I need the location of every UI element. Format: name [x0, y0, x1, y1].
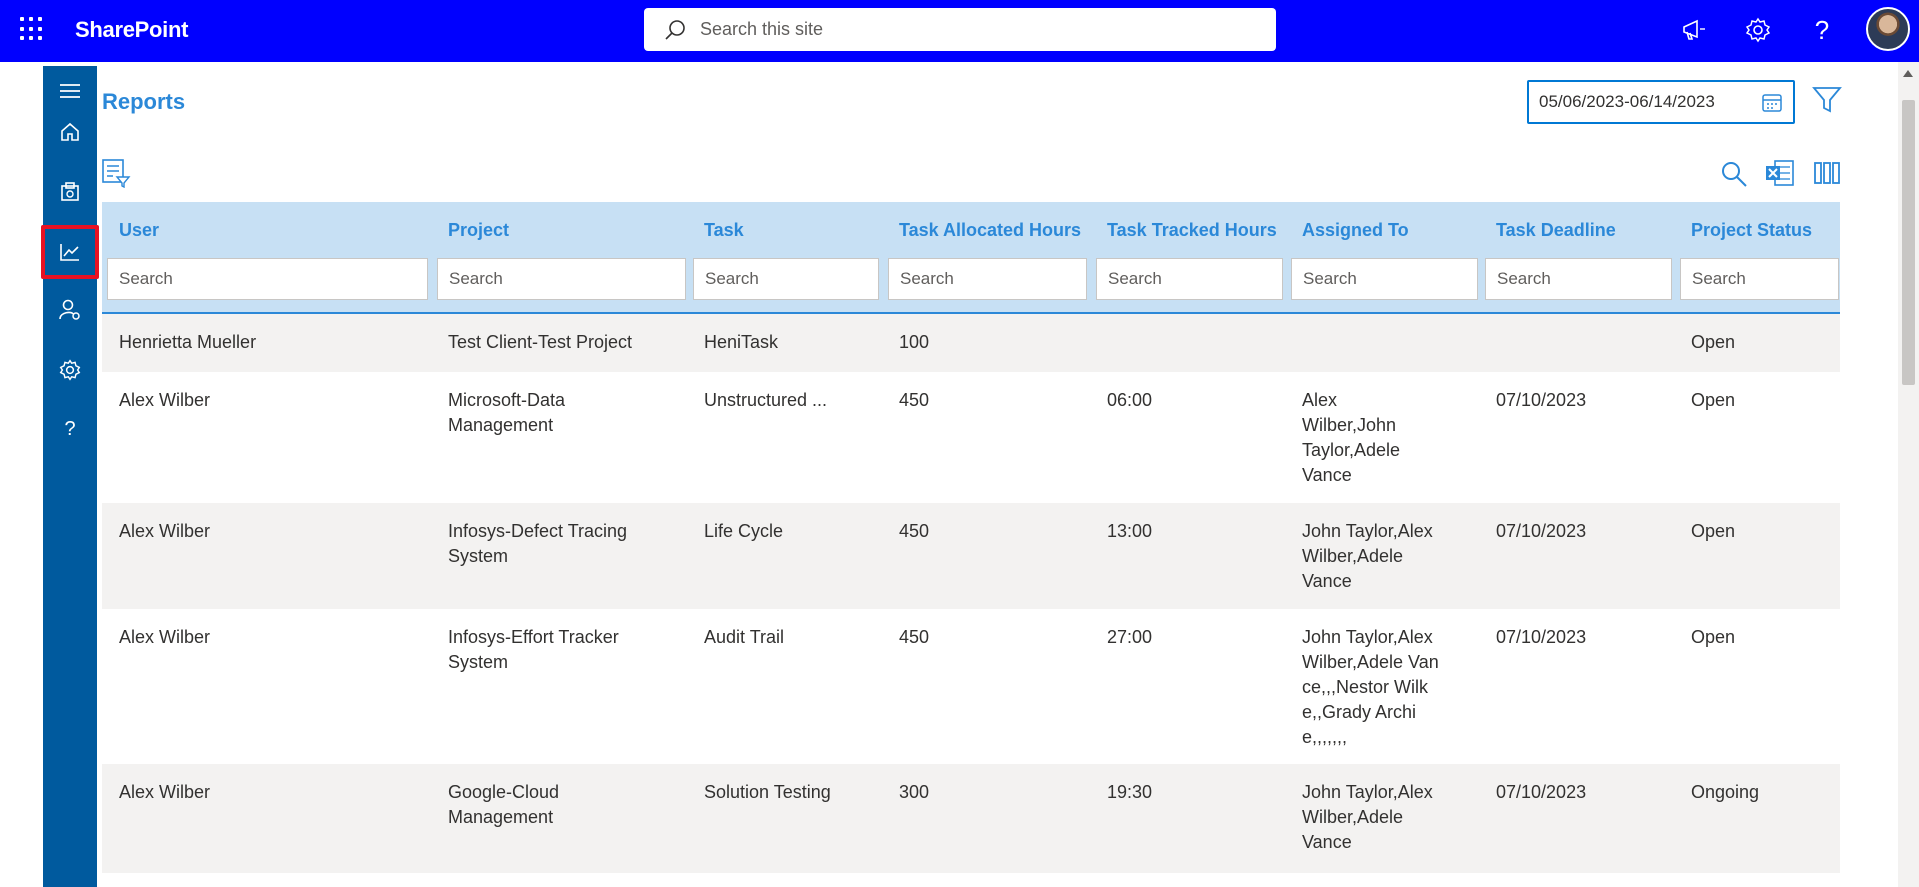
scrollbar-thumb[interactable]	[1902, 100, 1915, 385]
settings-icon[interactable]	[43, 345, 97, 395]
search-icon	[665, 19, 685, 40]
cell-status: Ongoing	[1691, 782, 1760, 802]
cell-tracked-hours: 19:30	[1107, 782, 1153, 802]
cell-task: Audit Trail	[704, 627, 785, 647]
column-header-task-deadline[interactable]: Task Deadline	[1496, 220, 1616, 241]
site-search-input[interactable]	[700, 19, 1240, 40]
cell-status: Open	[1691, 390, 1736, 410]
filter-input-task-tracked-hours[interactable]	[1096, 258, 1283, 300]
table-row[interactable]: Alex Wilber Google-Cloud Management Solu…	[102, 764, 1840, 873]
filter-input-task[interactable]	[693, 258, 879, 300]
cell-task: HeniTask	[704, 332, 779, 352]
left-nav-rail: ?	[41, 66, 99, 887]
cell-user: Alex Wilber	[119, 390, 211, 410]
cell-deadline: 07/10/2023	[1496, 782, 1587, 802]
column-header-user[interactable]: User	[119, 220, 159, 241]
table-row[interactable]: Alex Wilber Infosys-Effort Tracker Syste…	[102, 609, 1840, 764]
filter-input-task-allocated-hours[interactable]	[888, 258, 1087, 300]
column-header-task-tracked-hours[interactable]: Task Tracked Hours	[1107, 220, 1277, 241]
column-header-project[interactable]: Project	[448, 220, 509, 241]
cell-assigned-to: Alex Wilber,John Taylor,Adele Vance	[1302, 390, 1401, 485]
calendar-icon[interactable]	[1761, 92, 1783, 114]
search-icon[interactable]	[1720, 160, 1748, 188]
cell-user: Alex Wilber	[119, 782, 211, 802]
cell-allocated-hours: 450	[899, 521, 930, 541]
brand-name[interactable]: SharePoint	[75, 17, 188, 43]
site-search-box[interactable]	[644, 8, 1276, 51]
cell-project: Test Client-Test Project	[448, 332, 633, 352]
cell-allocated-hours: 450	[899, 627, 930, 647]
cell-user: Alex Wilber	[119, 627, 211, 647]
filter-input-task-deadline[interactable]	[1485, 258, 1672, 300]
cell-allocated-hours: 450	[899, 390, 930, 410]
cell-project: Microsoft-Data Management	[448, 390, 566, 435]
cell-deadline: 07/10/2023	[1496, 521, 1587, 541]
table-header: User Project Task Task Allocated Hours T…	[102, 202, 1840, 314]
home-icon[interactable]	[43, 107, 97, 157]
column-header-task[interactable]: Task	[704, 220, 744, 241]
suite-header: SharePoint ?	[0, 0, 1919, 62]
reports-table: User Project Task Task Allocated Hours T…	[102, 202, 1840, 873]
scroll-up-arrow-icon[interactable]	[1903, 70, 1913, 77]
cell-status: Open	[1691, 627, 1736, 647]
cell-tracked-hours: 13:00	[1107, 521, 1153, 541]
cell-deadline: 07/10/2023	[1496, 390, 1587, 410]
filter-input-user[interactable]	[107, 258, 428, 300]
cell-tracked-hours: 27:00	[1107, 627, 1153, 647]
cell-status: Open	[1691, 332, 1736, 352]
settings-icon[interactable]	[1743, 15, 1773, 45]
cell-assigned-to: John Taylor,Alex Wilber,Adele Vance,,,Ne…	[1302, 627, 1439, 747]
column-header-task-allocated-hours[interactable]: Task Allocated Hours	[899, 220, 1081, 241]
filter-input-project-status[interactable]	[1680, 258, 1839, 300]
cell-assigned-to: John Taylor,Alex Wilber,Adele Vance	[1302, 782, 1433, 852]
filter-icon[interactable]	[1812, 85, 1842, 115]
column-header-assigned-to[interactable]: Assigned To	[1302, 220, 1409, 241]
cell-task: Unstructured ...	[704, 390, 828, 410]
column-header-project-status[interactable]: Project Status	[1691, 220, 1812, 241]
date-range-picker[interactable]: 05/06/2023-06/14/2023	[1527, 80, 1795, 124]
timesheet-icon[interactable]	[43, 167, 97, 217]
filter-input-assigned-to[interactable]	[1291, 258, 1478, 300]
column-chooser-icon[interactable]	[1813, 160, 1841, 186]
cell-assigned-to: John Taylor,Alex Wilber,Adele Vance	[1302, 521, 1433, 591]
table-row[interactable]: Alex Wilber Infosys-Defect Tracing Syste…	[102, 503, 1840, 609]
help-icon[interactable]: ?	[1807, 15, 1837, 45]
cell-deadline: 07/10/2023	[1496, 627, 1587, 647]
megaphone-icon[interactable]	[1679, 15, 1709, 45]
user-settings-icon[interactable]	[43, 285, 97, 335]
filter-input-project[interactable]	[437, 258, 686, 300]
cell-user: Alex Wilber	[119, 521, 211, 541]
vertical-scrollbar[interactable]	[1898, 62, 1919, 887]
cell-project: Infosys-Effort Tracker System	[448, 627, 619, 672]
avatar[interactable]	[1866, 7, 1910, 51]
table-row[interactable]: Henrietta Mueller Test Client-Test Proje…	[102, 314, 1840, 372]
cell-tracked-hours: 06:00	[1107, 390, 1153, 410]
cell-allocated-hours: 300	[899, 782, 930, 802]
cell-project: Google-Cloud Management	[448, 782, 560, 827]
app-launcher-icon[interactable]	[20, 17, 44, 41]
cell-allocated-hours: 100	[899, 332, 930, 352]
cell-project: Infosys-Defect Tracing System	[448, 521, 628, 566]
list-filter-icon[interactable]	[101, 158, 131, 188]
cell-task: Life Cycle	[704, 521, 784, 541]
help-icon[interactable]: ?	[43, 404, 97, 454]
cell-user: Henrietta Mueller	[119, 332, 257, 352]
cell-task: Solution Testing	[704, 782, 831, 802]
table-row[interactable]: Alex Wilber Microsoft-Data Management Un…	[102, 372, 1840, 503]
date-range-value[interactable]: 05/06/2023-06/14/2023	[1539, 92, 1715, 112]
reports-icon[interactable]	[41, 225, 99, 279]
excel-export-icon[interactable]	[1765, 158, 1795, 188]
page-title: Reports	[102, 89, 186, 114]
cell-status: Open	[1691, 521, 1736, 541]
